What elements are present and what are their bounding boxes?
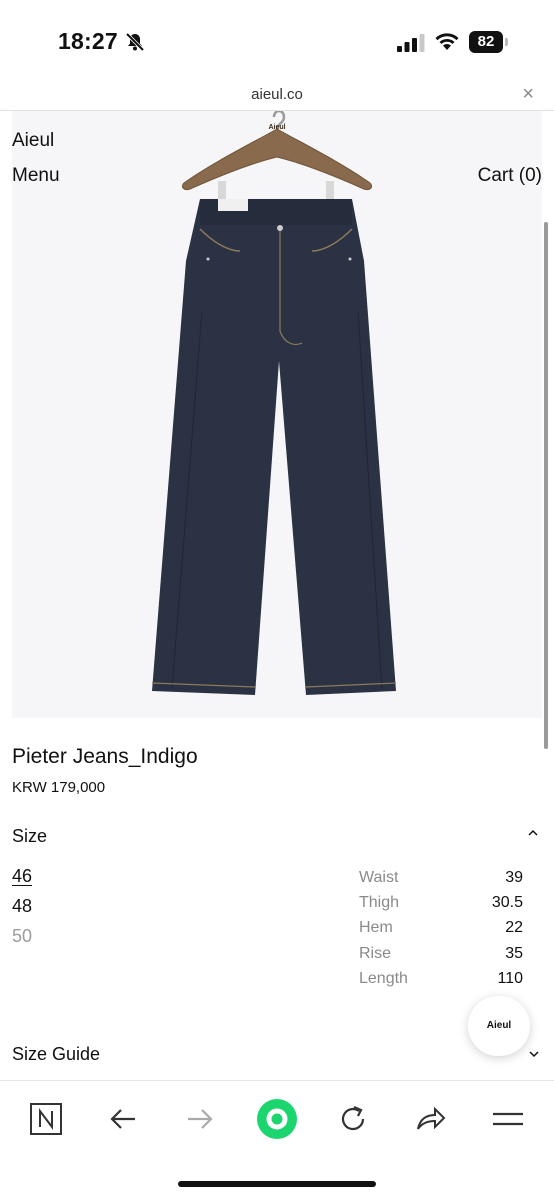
measurement-value: 110 [497, 970, 523, 987]
measurement-label: Rise [359, 945, 392, 962]
chat-widget-button[interactable]: Aieul [468, 996, 530, 1056]
forward-arrow-icon [188, 1109, 213, 1129]
chevron-down-icon[interactable] [528, 1048, 540, 1060]
scrollbar[interactable] [544, 222, 548, 749]
size-guide-header[interactable]: Size Guide [12, 1044, 100, 1065]
measurement-value: 22 [505, 919, 523, 936]
browser-url-bar[interactable]: aieul.co × [0, 80, 554, 111]
jeans-photo: Aieul [151, 111, 397, 695]
green-dot-icon[interactable] [255, 1097, 299, 1141]
menu-link[interactable]: Menu [12, 165, 60, 187]
cellular-signal-icon [397, 34, 425, 52]
product-price: KRW 179,000 [12, 779, 106, 796]
measurement-row: Thigh 30.5 [359, 894, 523, 916]
size-option-46[interactable]: 46 [12, 866, 32, 887]
n-logo-icon[interactable] [26, 1099, 66, 1139]
share-icon[interactable] [410, 1099, 450, 1139]
measurement-row: Length 110 [359, 970, 523, 992]
home-indicator[interactable] [178, 1181, 376, 1187]
status-time: 18:27 [58, 28, 118, 54]
measurement-label: Length [359, 970, 408, 987]
battery-tip [505, 38, 508, 46]
measurement-label: Thigh [359, 894, 400, 911]
menu-icon[interactable] [488, 1099, 528, 1139]
back-arrow-icon[interactable] [103, 1099, 143, 1139]
cart-link[interactable]: Cart (0) [478, 165, 542, 187]
close-icon[interactable]: × [522, 84, 534, 104]
status-bar: 18:27 82 [0, 0, 554, 80]
site-logo[interactable]: Aieul [12, 130, 54, 152]
bell-muted-icon [125, 32, 145, 52]
measurement-value: 39 [505, 869, 523, 886]
url-text[interactable]: aieul.co [0, 86, 554, 103]
measurement-row: Hem 22 [359, 919, 523, 941]
size-option-50: 50 [12, 926, 33, 946]
size-section-header[interactable]: Size [12, 826, 47, 847]
wifi-icon [435, 33, 459, 50]
reload-icon[interactable] [333, 1099, 373, 1139]
product-image[interactable]: Aieul [12, 111, 542, 718]
product-title: Pieter Jeans_Indigo [12, 745, 198, 768]
size-option-48[interactable]: 48 [12, 896, 32, 917]
measurement-value: 35 [505, 945, 523, 962]
measurement-label: Hem [359, 919, 393, 936]
measurement-row: Rise 35 [359, 945, 523, 967]
measurement-row: Waist 39 [359, 869, 523, 891]
hanger-tag: Aieul [268, 124, 285, 131]
measurement-value: 30.5 [491, 894, 523, 911]
battery-level: 82 [469, 31, 503, 53]
measurement-label: Waist [359, 869, 399, 886]
battery-indicator: 82 [469, 31, 509, 53]
chevron-up-icon[interactable] [526, 826, 540, 840]
